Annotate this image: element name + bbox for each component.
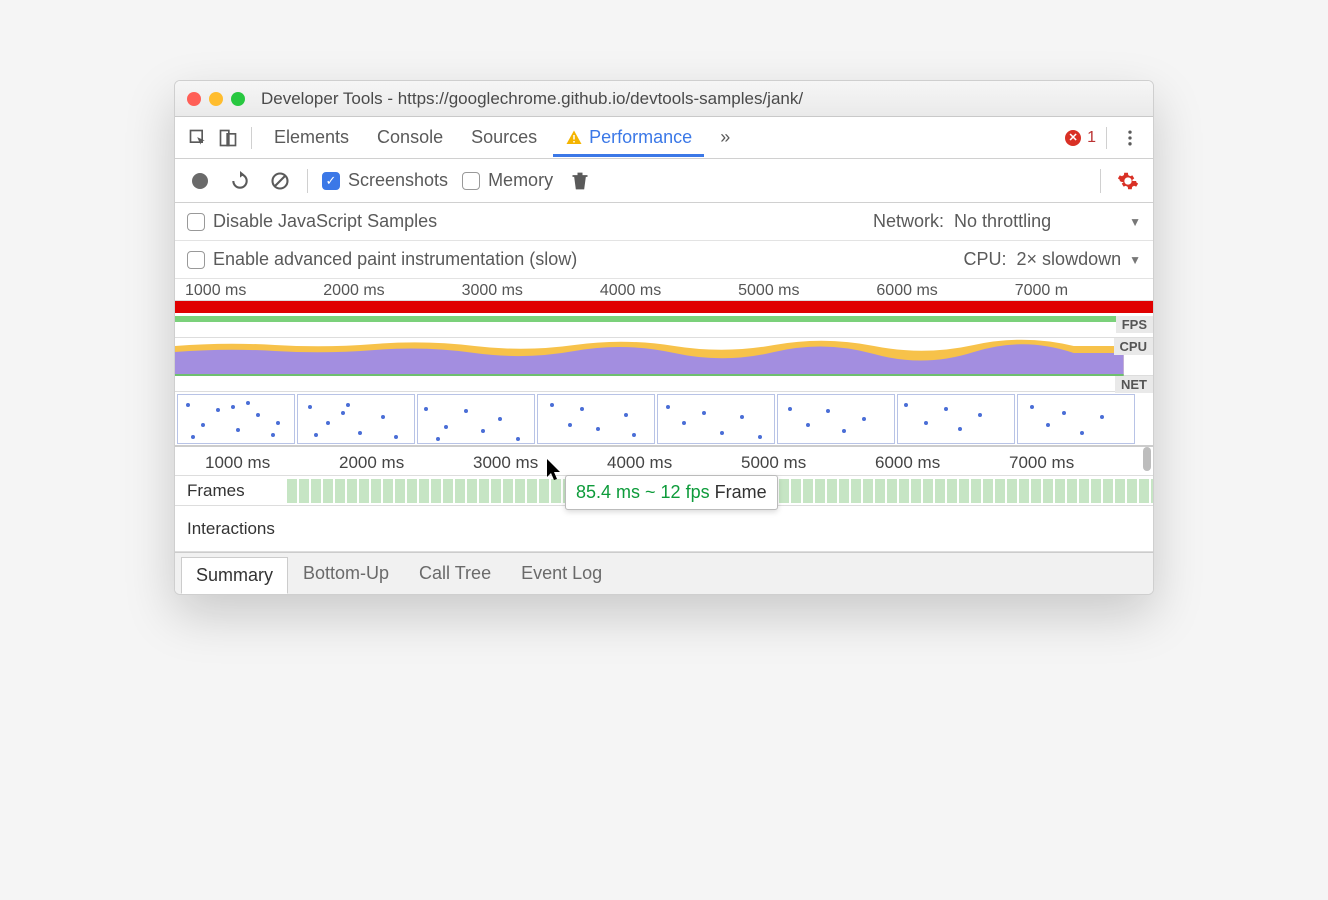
- net-tag: NET: [1115, 376, 1153, 393]
- screenshot-thumb[interactable]: [777, 394, 895, 444]
- error-icon: ✕: [1065, 130, 1081, 146]
- tab-elements[interactable]: Elements: [262, 118, 361, 157]
- overview-panel[interactable]: 1000 ms 2000 ms 3000 ms 4000 ms 5000 ms …: [175, 279, 1153, 447]
- flamechart-area[interactable]: 1000 ms 2000 ms 3000 ms 4000 ms 5000 ms …: [175, 447, 1153, 552]
- tab-bottom-up[interactable]: Bottom-Up: [288, 553, 404, 594]
- cpu-label: CPU:: [964, 249, 1007, 270]
- warning-icon: [565, 129, 583, 147]
- device-toggle-icon[interactable]: [215, 125, 241, 151]
- error-indicator[interactable]: ✕ 1: [1065, 129, 1096, 147]
- trash-icon[interactable]: [567, 168, 593, 194]
- tab-performance-label: Performance: [589, 127, 692, 148]
- option-row-1: Disable JavaScript Samples Network: No t…: [175, 203, 1153, 241]
- reload-icon[interactable]: [227, 168, 253, 194]
- scrollbar-thumb[interactable]: [1143, 447, 1151, 471]
- chevron-down-icon: ▼: [1129, 215, 1141, 229]
- check-icon: ✓: [322, 172, 340, 190]
- screenshots-label: Screenshots: [348, 170, 448, 191]
- tab-more[interactable]: »: [708, 118, 742, 157]
- memory-checkbox[interactable]: Memory: [462, 170, 553, 191]
- details-tabbar: Summary Bottom-Up Call Tree Event Log: [175, 552, 1153, 594]
- overview-ruler: 1000 ms 2000 ms 3000 ms 4000 ms 5000 ms …: [175, 279, 1153, 301]
- network-label: Network:: [873, 211, 944, 232]
- cpu-tag: CPU: [1114, 338, 1153, 355]
- screenshot-thumb[interactable]: [417, 394, 535, 444]
- unchecked-box-icon: [187, 251, 205, 269]
- option-row-2: Enable advanced paint instrumentation (s…: [175, 241, 1153, 279]
- screenshot-filmstrip[interactable]: [175, 392, 1153, 446]
- devtools-window: Developer Tools - https://googlechrome.g…: [174, 80, 1154, 595]
- tooltip-timing: 85.4 ms ~ 12 fps: [576, 482, 710, 502]
- screenshot-thumb[interactable]: [897, 394, 1015, 444]
- timeline-ruler: 1000 ms 2000 ms 3000 ms 4000 ms 5000 ms …: [175, 447, 1153, 476]
- unchecked-box-icon: [462, 172, 480, 190]
- tab-event-log[interactable]: Event Log: [506, 553, 617, 594]
- zoom-window-icon[interactable]: [231, 92, 245, 106]
- screenshot-thumb[interactable]: [657, 394, 775, 444]
- tooltip-type: Frame: [715, 482, 767, 502]
- window-title: Developer Tools - https://googlechrome.g…: [261, 89, 803, 109]
- tab-summary[interactable]: Summary: [181, 557, 288, 594]
- kebab-menu-icon[interactable]: [1117, 125, 1143, 151]
- tab-console[interactable]: Console: [365, 118, 455, 157]
- network-throttle-select[interactable]: No throttling ▼: [954, 211, 1141, 232]
- fps-track: [175, 316, 1124, 322]
- interactions-track[interactable]: Interactions: [175, 506, 1153, 552]
- cpu-throttle-select[interactable]: 2× slowdown ▼: [1017, 249, 1141, 270]
- panel-tabbar: Elements Console Sources Performance » ✕…: [175, 117, 1153, 159]
- enable-paint-instr-checkbox[interactable]: Enable advanced paint instrumentation (s…: [187, 249, 577, 270]
- screenshot-thumb[interactable]: [1017, 394, 1135, 444]
- cursor-icon: [547, 459, 565, 481]
- chevron-down-icon: ▼: [1129, 253, 1141, 267]
- cpu-lane: CPU: [175, 338, 1153, 376]
- error-count: 1: [1087, 129, 1096, 147]
- screenshot-thumb[interactable]: [297, 394, 415, 444]
- memory-label: Memory: [488, 170, 553, 191]
- settings-gear-icon[interactable]: [1115, 168, 1141, 194]
- disable-js-samples-checkbox[interactable]: Disable JavaScript Samples: [187, 211, 437, 232]
- frame-tooltip: 85.4 ms ~ 12 fps Frame: [565, 475, 778, 510]
- dropped-frames-bar: [175, 301, 1153, 313]
- tab-performance[interactable]: Performance: [553, 118, 704, 157]
- net-lane: NET: [175, 376, 1153, 392]
- minimize-window-icon[interactable]: [209, 92, 223, 106]
- interactions-track-label: Interactions: [175, 519, 287, 539]
- tab-call-tree[interactable]: Call Tree: [404, 553, 506, 594]
- screenshots-checkbox[interactable]: ✓ Screenshots: [322, 170, 448, 191]
- close-window-icon[interactable]: [187, 92, 201, 106]
- tab-sources[interactable]: Sources: [459, 118, 549, 157]
- screenshot-thumb[interactable]: [537, 394, 655, 444]
- performance-toolbar: ✓ Screenshots Memory: [175, 159, 1153, 203]
- frames-track-label: Frames: [175, 481, 287, 501]
- fps-lane: FPS: [175, 316, 1153, 338]
- screenshot-thumb[interactable]: [177, 394, 295, 444]
- record-icon[interactable]: [187, 168, 213, 194]
- titlebar: Developer Tools - https://googlechrome.g…: [175, 81, 1153, 117]
- clear-icon[interactable]: [267, 168, 293, 194]
- fps-tag: FPS: [1116, 316, 1153, 333]
- inspect-icon[interactable]: [185, 125, 211, 151]
- unchecked-box-icon: [187, 213, 205, 231]
- cpu-chart: [175, 338, 1124, 376]
